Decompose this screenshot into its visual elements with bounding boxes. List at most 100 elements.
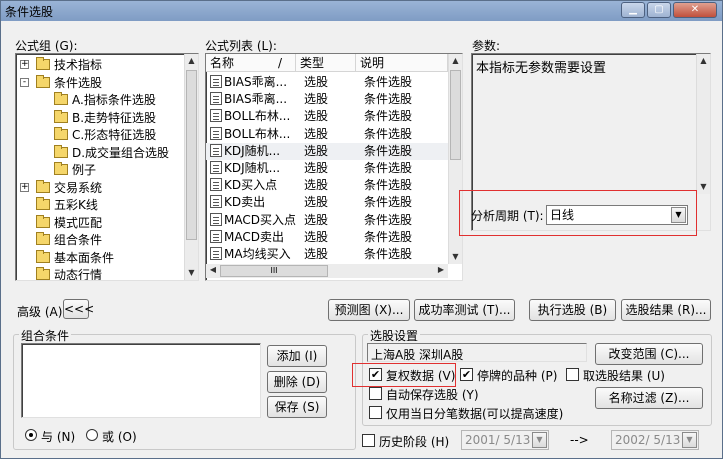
list-row[interactable]: KDJ随机... 选股 条件选股 [206, 160, 448, 177]
date-range-arrow: --> [570, 433, 589, 447]
formula-list-view[interactable]: 名称 / 类型 说明 BIAS乖离... 选股 条件选股 BIAS乖离... 选股 条件选… [205, 53, 463, 281]
suspended-checkbox[interactable]: ✔ [460, 368, 473, 381]
advanced-toggle-button[interactable]: <<< [63, 299, 94, 319]
end-date-chevron-icon[interactable]: ▼ [682, 432, 697, 448]
start-date-chevron-icon[interactable]: ▼ [532, 432, 547, 448]
minimize-button[interactable]: ▁ [621, 2, 645, 18]
tree-item[interactable]: C.形态特征选股 [54, 126, 156, 144]
run-selection-button[interactable]: 执行选股 (B) [529, 299, 616, 321]
formula-name: MACD买入点 [224, 212, 296, 227]
fuquan-label: 复权数据 (V) [386, 369, 456, 383]
list-row[interactable]: BOLL布林... 选股 条件选股 [206, 108, 448, 125]
list-hscroll[interactable]: ◀ III ▶ [206, 264, 448, 278]
tree-item-label: D.成交量组合选股 [72, 145, 170, 160]
list-row[interactable]: MACD买入点 选股 条件选股 [206, 212, 448, 229]
expand-icon[interactable]: + [20, 182, 29, 192]
list-row[interactable]: MA均线买入 选股 条件选股 [206, 246, 448, 263]
tree-item[interactable]: 动态行情 [36, 266, 102, 280]
auto-save-checkbox[interactable] [369, 387, 382, 400]
list-row[interactable]: MACD卖出 选股 条件选股 [206, 229, 448, 246]
history-checkbox[interactable] [362, 434, 375, 447]
formula-type: 选股 [304, 109, 329, 124]
list-row[interactable]: BOLL布林... 选股 条件选股 [206, 126, 448, 143]
combo-conditions-list[interactable] [21, 343, 261, 418]
tree-item-label: 技术指标 [54, 58, 103, 72]
stock-settings-title: 选股设置 [368, 327, 421, 344]
tree-item[interactable]: B.走势特征选股 [54, 109, 156, 127]
delete-button[interactable]: 删除 (D) [267, 371, 327, 393]
folder-icon [36, 214, 50, 228]
name-filter-button[interactable]: 名称过滤 (Z)... [595, 387, 703, 409]
params-vscroll[interactable]: ▲ ▼ [696, 54, 710, 194]
list-row[interactable]: KD卖出 选股 条件选股 [206, 194, 448, 211]
fuquan-checkbox[interactable]: ✔ [369, 368, 382, 381]
formula-name: KD卖出 [224, 195, 266, 210]
preview-button[interactable]: 预测图 (X)... [328, 299, 410, 321]
formula-type: 选股 [304, 178, 329, 193]
add-button[interactable]: 添加 (I) [267, 345, 327, 367]
tree-item[interactable]: A.指标条件选股 [54, 91, 156, 109]
tree-item[interactable]: 基本面条件 [36, 249, 114, 267]
collapse-icon[interactable]: - [20, 77, 29, 87]
or-radio[interactable] [86, 429, 98, 441]
col-desc-header[interactable]: 说明 [356, 54, 448, 72]
formula-icon [210, 161, 222, 174]
folder-icon [36, 249, 50, 263]
history-end-date[interactable]: 2002/ 5/13 ▼ [611, 430, 699, 450]
scroll-down-icon[interactable]: ▼ [185, 266, 198, 280]
chevron-down-icon[interactable]: ▼ [671, 207, 686, 223]
folder-icon [36, 197, 50, 210]
expand-icon[interactable]: + [20, 60, 29, 69]
list-scroll-thumb[interactable] [450, 70, 461, 160]
formula-name: MA均线买入 [224, 247, 291, 261]
tree-item[interactable]: + 技术指标 [20, 56, 103, 74]
col-type-header[interactable]: 类型 [296, 54, 356, 72]
list-row[interactable]: BIAS乖离... 选股 条件选股 [206, 91, 448, 108]
and-radio[interactable] [25, 429, 37, 441]
title-bar[interactable]: 条件选股 ▁ ▢ ✕ [1, 1, 722, 21]
tree-item[interactable]: D.成交量组合选股 [54, 144, 169, 162]
tree-item[interactable]: - 条件选股 [20, 74, 102, 92]
selection-results-button[interactable]: 选股结果 (R)... [621, 299, 711, 321]
list-hscroll-thumb[interactable]: III [220, 265, 328, 277]
history-start-date[interactable]: 2001/ 5/13 ▼ [461, 430, 549, 450]
close-button[interactable]: ✕ [673, 2, 717, 18]
period-select[interactable]: 日线 ▼ [546, 205, 688, 225]
list-row[interactable]: BIAS乖离... 选股 条件选股 [206, 74, 448, 91]
tree-item[interactable]: 模式匹配 [36, 214, 102, 232]
formula-icon [210, 212, 222, 226]
scroll-thumb[interactable] [186, 70, 197, 240]
list-row[interactable]: KD买入点 选股 条件选股 [206, 177, 448, 194]
tree-item[interactable]: 五彩K线 [36, 196, 98, 214]
tree-item[interactable]: 例子 [54, 161, 96, 179]
only-today-checkbox[interactable] [369, 406, 382, 419]
list-row[interactable]: KDJ随机... 选股 条件选股 [206, 142, 448, 160]
formula-name: BIAS乖离... [224, 92, 288, 107]
formula-name: KDJ随机... [224, 143, 281, 158]
col-name-header[interactable]: 名称 / [206, 54, 296, 72]
save-button[interactable]: 保存 (S) [267, 396, 327, 418]
tree-item[interactable]: + 交易系统 [20, 179, 102, 197]
list-header: 名称 / 类型 说明 [206, 54, 462, 72]
folder-icon [36, 179, 50, 193]
maximize-button[interactable]: ▢ [647, 2, 671, 18]
success-test-button[interactable]: 成功率测试 (T)... [414, 299, 515, 321]
tree-item-label: 五彩K线 [54, 198, 98, 212]
pick-result-checkbox[interactable] [566, 368, 579, 381]
list-scroll-down-icon[interactable]: ▼ [449, 250, 462, 264]
list-scroll-right-icon[interactable]: ▶ [434, 264, 448, 278]
formula-desc: 条件选股 [364, 178, 413, 193]
list-scroll-left-icon[interactable]: ◀ [206, 264, 220, 278]
change-range-button[interactable]: 改变范围 (C)... [595, 343, 703, 365]
tree-item[interactable]: 组合条件 [36, 231, 102, 249]
tree-vscroll[interactable]: ▲ ▼ [184, 54, 198, 280]
params-scroll-down-icon[interactable]: ▼ [697, 180, 710, 194]
market-range-field: 上海A股 深圳A股 [367, 343, 587, 362]
advanced-label: 高级 (A) [17, 305, 63, 319]
formula-group-tree[interactable]: + 技术指标 - 条件选股 A.指标条件选股 B.走势特征选股 C.形态特征选股 D.成交量组… [15, 53, 199, 281]
formula-desc: 条件选股 [364, 92, 413, 107]
formula-name: KD买入点 [224, 178, 278, 193]
list-scroll-up-icon[interactable]: ▲ [449, 54, 462, 68]
scroll-up-icon[interactable]: ▲ [185, 54, 198, 68]
params-scroll-up-icon[interactable]: ▲ [697, 54, 710, 68]
